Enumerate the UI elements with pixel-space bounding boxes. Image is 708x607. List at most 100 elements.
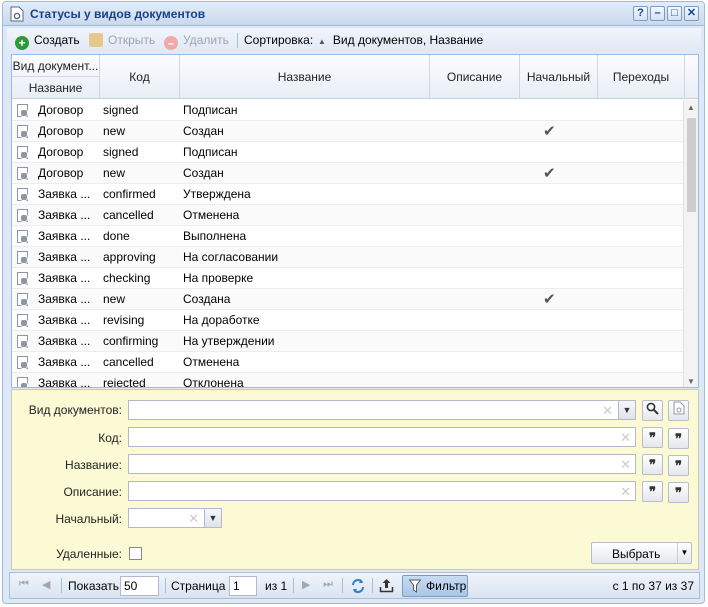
checkmark-icon: ✔ xyxy=(543,291,556,308)
cell-name: Выполнена xyxy=(183,229,247,243)
quote-icon: ❞ xyxy=(649,430,656,445)
deleted-checkbox[interactable] xyxy=(129,547,142,560)
grid-scrollbar[interactable]: ▲ ▼ xyxy=(683,100,698,387)
col-doc-type[interactable]: Вид документ... Название xyxy=(12,55,100,99)
initial-label: Начальный: xyxy=(55,512,122,526)
cell-name: Отменена xyxy=(183,355,240,369)
create-label: Создать xyxy=(34,33,80,47)
cell-name: Создана xyxy=(183,292,231,306)
table-row[interactable]: Договор signed Подписан xyxy=(12,142,685,163)
help-button[interactable]: ? xyxy=(633,6,648,21)
table-row[interactable]: Заявка ... approving На согласовании xyxy=(12,247,685,268)
document-settings-icon xyxy=(673,401,684,415)
table-row[interactable]: Заявка ... checking На проверке xyxy=(12,268,685,289)
table-row[interactable]: Заявка ... cancelled Отменена xyxy=(12,352,685,373)
minimize-button[interactable]: – xyxy=(650,6,665,21)
clear-icon[interactable]: ✕ xyxy=(620,457,631,473)
table-row[interactable]: Заявка ... done Выполнена xyxy=(12,226,685,247)
remove-icon: – xyxy=(164,36,178,50)
page-size-input[interactable]: 50 xyxy=(120,576,159,596)
clear-icon[interactable]: ✕ xyxy=(620,484,631,500)
cell-code: checking xyxy=(103,271,151,285)
select-button[interactable]: Выбрать ▼ xyxy=(591,542,692,564)
document-icon xyxy=(17,188,28,201)
table-row[interactable]: Заявка ... rejected Отклонена xyxy=(12,373,685,388)
table-row[interactable]: Заявка ... new Создана ✔ xyxy=(12,289,685,310)
table-row[interactable]: Заявка ... confirming На утверждении xyxy=(12,331,685,352)
code-field[interactable]: ✕ xyxy=(128,427,636,447)
table-row[interactable]: Договор signed Подписан xyxy=(12,100,685,121)
table-row[interactable]: Договор new Создан ✔ xyxy=(12,163,685,184)
name-quote-exact-button[interactable]: ❞ xyxy=(668,455,689,476)
code-quote-exact-button[interactable]: ❞ xyxy=(668,428,689,449)
col-transitions[interactable]: Переходы xyxy=(598,55,685,99)
col-code[interactable]: Код xyxy=(100,55,180,99)
cell-name: Утверждена xyxy=(183,187,251,201)
description-quote-exact-button[interactable]: ❞ xyxy=(668,482,689,503)
name-quote-button[interactable]: ❞ xyxy=(642,454,663,475)
open-button[interactable]: Открыть xyxy=(89,32,155,49)
sort-value-button[interactable]: ▲ Вид документов, Название xyxy=(318,32,483,49)
document-icon xyxy=(17,209,28,222)
col-initial[interactable]: Начальный xyxy=(520,55,598,99)
cell-doc-type: Заявка ... xyxy=(38,229,91,243)
cell-code: confirming xyxy=(103,334,159,348)
maximize-button[interactable]: □ xyxy=(667,6,682,21)
cell-doc-type: Договор xyxy=(38,166,84,180)
document-icon xyxy=(17,356,28,369)
grid-header: Вид документ... Название Код Название Оп… xyxy=(12,55,698,99)
filter-panel: Вид документов: ✕ ▼ Код: ✕ ❞ ❞ Название:… xyxy=(11,389,699,570)
cell-name: Отклонена xyxy=(183,376,244,388)
scroll-down-icon[interactable]: ▼ xyxy=(687,377,695,386)
table-row[interactable]: Заявка ... revising На доработке xyxy=(12,310,685,331)
document-icon xyxy=(17,314,28,327)
search-button[interactable] xyxy=(642,400,663,421)
cell-doc-type: Договор xyxy=(38,124,84,138)
sort-label: Сортировка: xyxy=(244,33,314,47)
table-row[interactable]: Договор new Создан ✔ xyxy=(12,121,685,142)
chevron-down-icon[interactable]: ▼ xyxy=(677,543,691,563)
document-icon xyxy=(17,377,28,387)
page-input[interactable]: 1 xyxy=(229,576,257,596)
open-card-button[interactable] xyxy=(668,400,689,421)
document-icon xyxy=(17,104,28,117)
description-quote-button[interactable]: ❞ xyxy=(642,481,663,502)
code-quote-button[interactable]: ❞ xyxy=(642,427,663,448)
delete-button[interactable]: – Удалить xyxy=(164,32,229,50)
cell-doc-type: Договор xyxy=(38,103,84,117)
cell-code: new xyxy=(103,292,126,306)
cell-name: Подписан xyxy=(183,103,238,117)
doc-type-combo[interactable]: ✕ ▼ xyxy=(128,400,636,420)
col-doc-type-group: Вид документ... xyxy=(12,55,100,77)
name-field[interactable]: ✕ xyxy=(128,454,636,474)
last-page-icon[interactable]: ⏭ xyxy=(323,578,333,591)
initial-combo[interactable]: ✕ ▼ xyxy=(128,508,222,528)
clear-icon[interactable]: ✕ xyxy=(188,511,199,527)
table-row[interactable]: Заявка ... confirmed Утверждена xyxy=(12,184,685,205)
description-field[interactable]: ✕ xyxy=(128,481,636,501)
prev-page-icon[interactable]: ◀ xyxy=(42,578,50,591)
col-doc-type-name[interactable]: Название xyxy=(12,77,100,99)
table-row[interactable]: Заявка ... cancelled Отменена xyxy=(12,205,685,226)
chevron-down-icon[interactable]: ▼ xyxy=(204,509,221,527)
col-name[interactable]: Название xyxy=(180,55,430,99)
scroll-thumb[interactable] xyxy=(687,118,696,212)
cell-code: rejected xyxy=(103,376,146,388)
chevron-down-icon[interactable]: ▼ xyxy=(618,401,635,419)
export-icon[interactable] xyxy=(379,578,394,593)
next-page-icon[interactable]: ▶ xyxy=(302,578,310,591)
statuses-grid: Вид документ... Название Код Название Оп… xyxy=(11,54,699,388)
clear-icon[interactable]: ✕ xyxy=(602,403,613,419)
filter-toggle-button[interactable]: Фильтр xyxy=(402,575,468,597)
pager-separator xyxy=(165,578,166,593)
col-description[interactable]: Описание xyxy=(430,55,520,99)
create-button[interactable]: + Создать xyxy=(15,32,80,50)
scroll-up-icon[interactable]: ▲ xyxy=(687,103,695,112)
title-bar: Статусы у видов документов ? – □ ✕ xyxy=(3,2,704,26)
clear-icon[interactable]: ✕ xyxy=(620,430,631,446)
close-button[interactable]: ✕ xyxy=(684,6,699,21)
refresh-icon[interactable] xyxy=(350,578,366,594)
toolbar: + Создать Открыть – Удалить Сортировка: ▲ В… xyxy=(7,28,701,53)
first-page-icon[interactable]: ⏮ xyxy=(19,578,29,591)
cell-doc-type: Заявка ... xyxy=(38,355,91,369)
